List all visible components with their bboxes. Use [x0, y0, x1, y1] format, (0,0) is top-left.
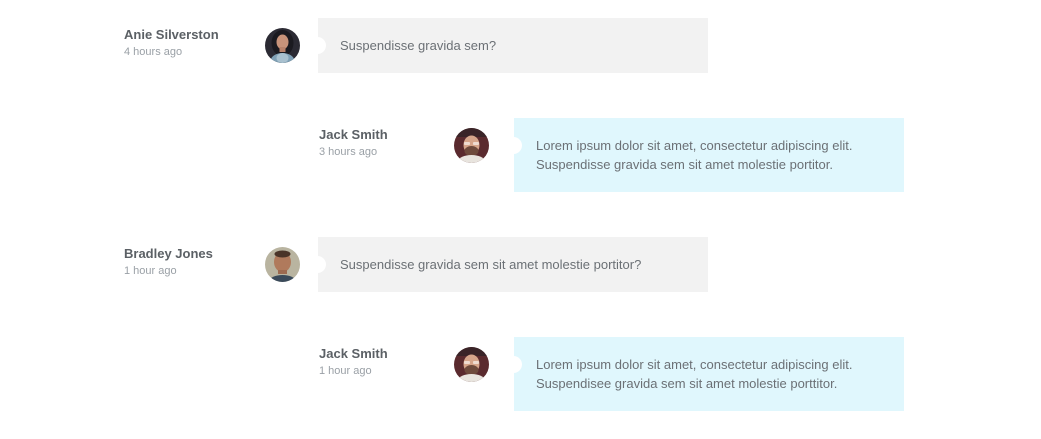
- timestamp: 1 hour ago: [319, 365, 372, 377]
- comment-text: Suspendisse gravida sem sit amet molesti…: [536, 157, 833, 172]
- author-name[interactable]: Bradley Jones: [124, 246, 213, 262]
- timestamp: 4 hours ago: [124, 46, 183, 58]
- comment-text: Suspendisse gravida sem sit amet molesti…: [340, 257, 642, 272]
- comment-meta: Jack Smith 3 hours ago: [319, 127, 388, 159]
- author-name[interactable]: Jack Smith: [319, 127, 388, 143]
- comment-text: Suspendisse gravida sem?: [340, 38, 497, 53]
- timestamp: 3 hours ago: [319, 146, 378, 158]
- author-name[interactable]: Jack Smith: [319, 346, 388, 362]
- comment-text: Lorem ipsum dolor sit amet, consectetur …: [536, 357, 853, 372]
- reply-bubble: Lorem ipsum dolor sit amet, consectetur …: [505, 337, 904, 411]
- timeline-dot: [505, 137, 522, 154]
- comment-text: Suspendisee gravida sem sit amet molesti…: [536, 376, 838, 391]
- comment-meta: Bradley Jones 1 hour ago: [124, 246, 213, 278]
- comment-thread: Anie Silverston 4 hours ago Suspendisse …: [0, 0, 1041, 439]
- timeline-dot: [309, 37, 326, 54]
- man-beard-avatar-icon[interactable]: [454, 347, 489, 382]
- man-avatar-icon[interactable]: [265, 247, 300, 282]
- author-name[interactable]: Anie Silverston: [124, 27, 219, 43]
- comment-meta: Anie Silverston 4 hours ago: [124, 27, 219, 59]
- timeline-dot: [505, 356, 522, 373]
- man-beard-avatar-icon[interactable]: [454, 128, 489, 163]
- comment-meta: Jack Smith 1 hour ago: [319, 346, 388, 378]
- timestamp: 1 hour ago: [124, 265, 177, 277]
- reply-bubble: Lorem ipsum dolor sit amet, consectetur …: [505, 118, 904, 192]
- woman-avatar-icon[interactable]: [265, 28, 300, 63]
- comment-bubble: Suspendisse gravida sem?: [309, 18, 708, 73]
- comment-bubble: Suspendisse gravida sem sit amet molesti…: [309, 237, 708, 292]
- comment-text: Lorem ipsum dolor sit amet, consectetur …: [536, 138, 853, 153]
- timeline-dot: [309, 256, 326, 273]
